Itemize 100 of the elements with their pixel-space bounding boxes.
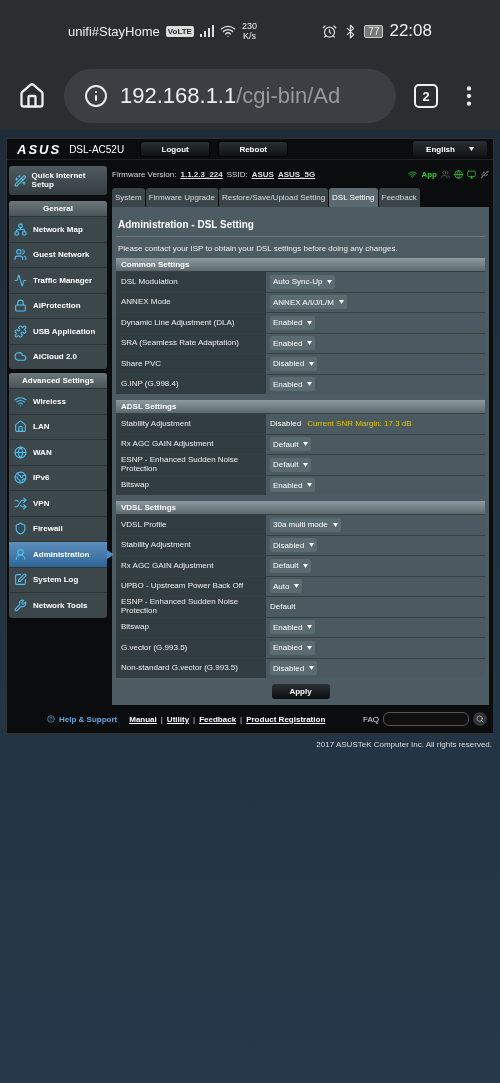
apply-button[interactable]: Apply [271,684,330,699]
faq-search-field[interactable] [383,712,469,726]
setting-label: Bitswap [116,475,266,495]
sidebar-item[interactable]: IPv6 [9,464,107,490]
setting-label: Stability Adjustment [116,414,266,434]
caret-icon [309,666,315,671]
tab[interactable]: DSL Setting [329,188,378,207]
setting-label: Dynamic Line Adjustment (DLA) [116,313,266,333]
caret-icon [294,584,300,589]
language-dropdown[interactable]: English [413,141,487,157]
footer-link[interactable]: Feedback [199,714,237,724]
wifi-icon[interactable] [408,169,418,179]
wrench-icon [14,598,27,612]
page-title: Administration - DSL Setting [116,215,485,237]
search-button[interactable] [473,712,487,726]
footer-link[interactable]: Utility [166,714,190,724]
tab-count-button[interactable]: 2 [414,84,438,108]
arrows-icon [14,496,27,510]
ssid-link[interactable]: ASUS_5G [277,169,316,179]
sidebar-item[interactable]: Network Tools [9,592,107,618]
setting-label: G.vector (G.993.5) [116,638,266,658]
tab[interactable]: Feedback [378,188,420,207]
volte-badge: VoLTE [165,25,194,37]
info-icon[interactable] [84,84,108,108]
caret-icon [327,279,333,284]
dropdown[interactable]: Enabled [270,640,316,655]
setting-label: DSL Modulation [116,272,266,292]
setting-value: Default [270,602,296,612]
faq-label: FAQ [363,714,379,724]
ssid-link[interactable]: ASUS [251,169,274,179]
setting-label: VDSL Profile [116,515,266,535]
carrier-name: unifi#StayHome [68,23,160,39]
usb-icon[interactable] [480,169,489,179]
caret-icon [468,147,474,151]
tab[interactable]: Firmware Upgrade [145,188,218,207]
ssid-label: SSID: [226,169,248,179]
setting-label: ESNP - Enhanced Sudden Noise Protection [116,455,266,475]
house-icon [14,420,27,434]
caret-icon [307,625,313,630]
header-button[interactable]: Reboot [218,141,289,157]
setting-label: Share PVC [116,354,266,374]
url-field[interactable]: 192.168.1.1/cgi-bin/Ad [64,69,396,123]
dropdown[interactable]: ANNEX A/I/J/L/M [270,295,347,310]
sidebar-item[interactable]: USB Application [9,318,107,344]
footer-link[interactable]: Product Registration [246,714,326,724]
dropdown[interactable]: Enabled [270,315,316,330]
setting-label: Rx AGC GAIN Adjustment [116,434,266,454]
sidebar-item[interactable]: AiCloud 2.0 [9,343,107,369]
dropdown[interactable]: Default [270,457,312,472]
monitor-icon[interactable] [467,169,476,179]
model-name: DSL-AC52U [69,143,125,155]
sidebar-item[interactable]: AiProtection [9,292,107,318]
caret-icon [307,341,313,346]
quick-setup-button[interactable]: Quick Internet Setup [9,166,107,195]
setting-value: Disabled [270,419,302,429]
dropdown[interactable]: Enabled [270,336,316,351]
sidebar-item[interactable]: LAN [9,413,107,439]
tab[interactable]: Restore/Save/Upload Setting [218,188,329,207]
tab[interactable]: System [112,188,145,207]
firmware-link[interactable]: 1.1.2.3_224 [180,169,223,179]
dropdown[interactable]: Enabled [270,478,316,493]
caret-icon [309,543,315,548]
separator-text: | [160,714,163,724]
setting-label: Bitswap [116,617,266,637]
dropdown[interactable]: Disabled [270,356,318,371]
dropdown[interactable]: 30a multi mode [270,517,341,532]
dropdown[interactable]: Disabled [270,538,318,553]
firmware-label: Firmware Version: [112,169,177,179]
sidebar-item[interactable]: VPN [9,490,107,516]
sidebar-item[interactable]: Guest Network [9,241,107,267]
sidebar-item[interactable]: WAN [9,439,107,465]
dropdown[interactable]: Auto Sync-Up [270,274,336,289]
help-link[interactable]: Help & Support [59,714,118,724]
dropdown[interactable]: Enabled [270,620,316,635]
footer-link[interactable]: Manual [129,714,157,724]
caret-icon [307,645,313,650]
globe-icon[interactable] [454,169,463,179]
caret-icon [307,483,313,488]
caret-icon [309,361,315,366]
alarm-icon [322,23,338,39]
setting-label: Non-standard G.vector (G.993.5) [116,658,266,678]
dropdown[interactable]: Disabled [270,661,318,676]
sidebar-heading: Advanced Settings [9,373,107,388]
dropdown[interactable]: Default [270,437,312,452]
caret-icon [303,462,309,467]
sidebar-item[interactable]: Traffic Manager [9,267,107,293]
header-button[interactable]: Logout [140,141,211,157]
notice-text: Please contact your ISP to obtain your DSL settings before doing any changes. [117,243,399,255]
sidebar-item[interactable]: System Log [9,566,107,592]
sidebar-item[interactable]: Network Map [9,216,107,242]
home-icon[interactable] [18,82,46,110]
dropdown[interactable]: Enabled [270,377,316,392]
user-icon [14,547,27,561]
app-label[interactable]: App [421,169,437,179]
sidebar-heading: General [9,201,107,216]
setting-label: SRA (Seamless Rate Adaptation) [116,333,266,353]
dropdown[interactable]: Default [270,558,312,573]
sidebar-item[interactable]: Wireless [9,388,107,414]
caret-icon [332,522,338,527]
dropdown[interactable]: Auto [270,579,303,594]
